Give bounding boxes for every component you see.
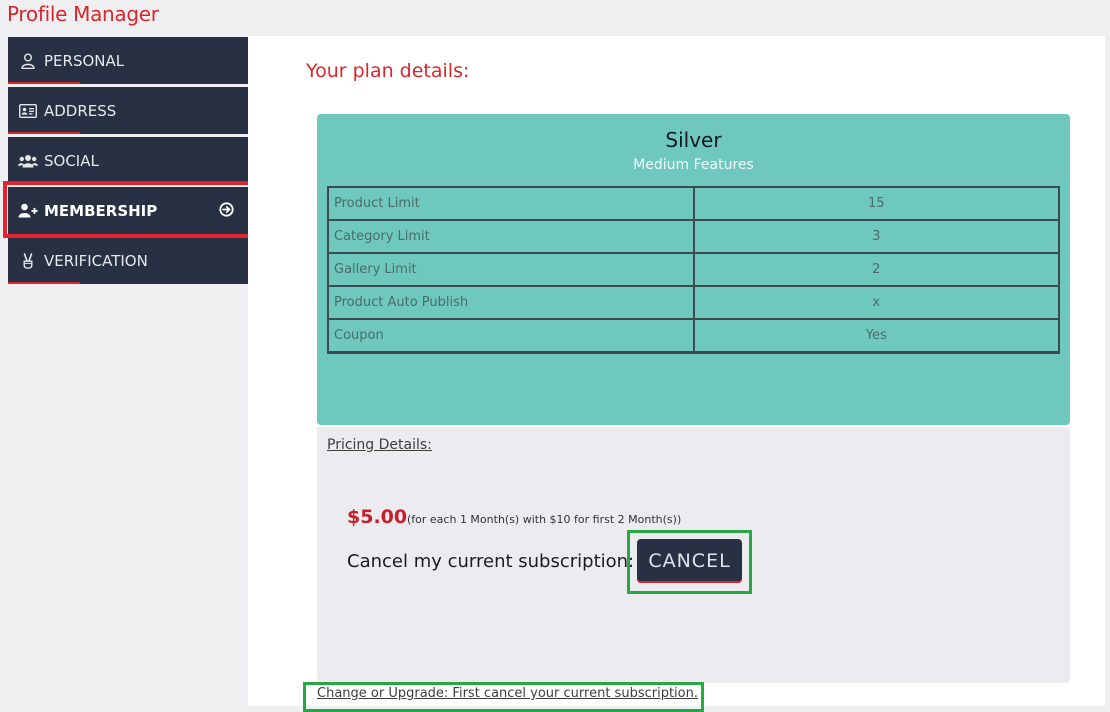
feature-name: Category Limit xyxy=(327,219,695,254)
plan-card: Silver Medium Features Product Limit 15 … xyxy=(317,114,1070,425)
cancel-label: Cancel my current subscription: xyxy=(347,551,635,572)
feature-table: Product Limit 15 Category Limit 3 Galler… xyxy=(327,186,1060,354)
pricing-details-box: Pricing Details: $5.00 (for each 1 Month… xyxy=(317,427,1070,683)
feature-value: 15 xyxy=(692,186,1060,221)
sidebar-item-social[interactable]: SOCIAL xyxy=(8,137,248,184)
sidebar-item-membership[interactable]: MEMBERSHIP xyxy=(8,187,248,234)
feature-value: 2 xyxy=(692,252,1060,287)
feature-value: Yes xyxy=(692,318,1060,353)
table-row: Gallery Limit 2 xyxy=(327,252,1060,287)
page-title: Profile Manager xyxy=(7,2,159,26)
victory-hand-icon xyxy=(18,252,38,270)
pricing-title: Pricing Details: xyxy=(327,437,432,453)
user-icon xyxy=(18,52,38,70)
nav-underline xyxy=(8,182,80,184)
upgrade-link[interactable]: Change or Upgrade: First cancel your cur… xyxy=(317,686,698,701)
plan-heading: Your plan details: xyxy=(306,60,470,82)
sidebar: PERSONAL ADDRESS SOCIAL MEMBERSHIP VERIF… xyxy=(8,37,248,287)
table-row: Product Limit 15 xyxy=(327,186,1060,221)
nav-underline xyxy=(8,282,80,284)
feature-name: Gallery Limit xyxy=(327,252,695,287)
nav-underline xyxy=(8,82,80,84)
sidebar-item-verification[interactable]: VERIFICATION xyxy=(8,237,248,284)
sidebar-item-label: PERSONAL xyxy=(44,51,125,70)
circle-arrow-right-icon xyxy=(219,202,234,217)
table-row: Category Limit 3 xyxy=(327,219,1060,254)
table-row: Product Auto Publish x xyxy=(327,285,1060,320)
feature-name: Product Auto Publish xyxy=(327,285,695,320)
cancel-subscription-button[interactable]: CANCEL xyxy=(637,539,742,583)
feature-value: 3 xyxy=(692,219,1060,254)
sidebar-item-label: ADDRESS xyxy=(44,101,117,120)
table-row: Coupon Yes xyxy=(327,318,1060,353)
price: $5.00 xyxy=(347,506,408,528)
users-icon xyxy=(18,152,38,170)
id-card-icon xyxy=(18,102,38,120)
sidebar-item-personal[interactable]: PERSONAL xyxy=(8,37,248,84)
nav-underline xyxy=(8,132,80,134)
feature-name: Product Limit xyxy=(327,186,695,221)
user-plus-icon xyxy=(18,202,38,220)
sidebar-item-label: MEMBERSHIP xyxy=(44,201,158,220)
sidebar-item-address[interactable]: ADDRESS xyxy=(8,87,248,134)
plan-name: Silver xyxy=(665,128,722,152)
plan-subtitle: Medium Features xyxy=(633,157,754,173)
sidebar-item-label: SOCIAL xyxy=(44,151,99,170)
main-content: Your plan details: Silver Medium Feature… xyxy=(248,36,1105,706)
sidebar-item-label: VERIFICATION xyxy=(44,251,148,270)
feature-value: x xyxy=(692,285,1060,320)
feature-name: Coupon xyxy=(327,318,695,353)
price-note: (for each 1 Month(s) with $10 for first … xyxy=(407,513,682,526)
